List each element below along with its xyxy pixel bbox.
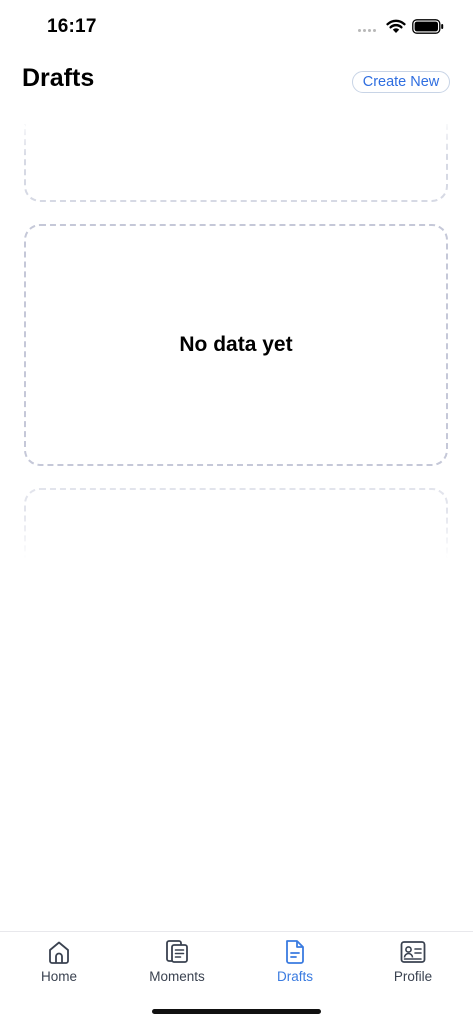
page-title: Drafts (22, 64, 95, 92)
create-new-button[interactable]: Create New (352, 71, 450, 93)
signal-icon (358, 29, 380, 33)
id-card-icon (400, 941, 426, 963)
tab-moments[interactable]: Moments (118, 938, 236, 994)
tab-home[interactable]: Home (0, 938, 118, 994)
tab-label: Home (40, 969, 77, 984)
tab-profile[interactable]: Profile (354, 938, 472, 994)
status-time: 16:17 (47, 16, 97, 37)
wifi-icon (386, 19, 406, 33)
fade-overlay (0, 510, 473, 560)
moments-icon (166, 940, 188, 963)
empty-state-card: No data yet (24, 224, 448, 466)
tab-label: Drafts (276, 969, 313, 984)
home-indicator[interactable] (152, 1009, 321, 1014)
tab-label: Profile (393, 969, 433, 984)
tab-drafts[interactable]: Drafts (236, 938, 354, 994)
status-bar: 16:17 (0, 0, 473, 56)
empty-state-message: No data yet (179, 333, 293, 356)
fade-overlay (0, 118, 473, 158)
home-icon (49, 941, 69, 964)
battery-icon (412, 19, 444, 34)
tab-label: Moments (149, 969, 205, 984)
document-icon (286, 940, 304, 964)
